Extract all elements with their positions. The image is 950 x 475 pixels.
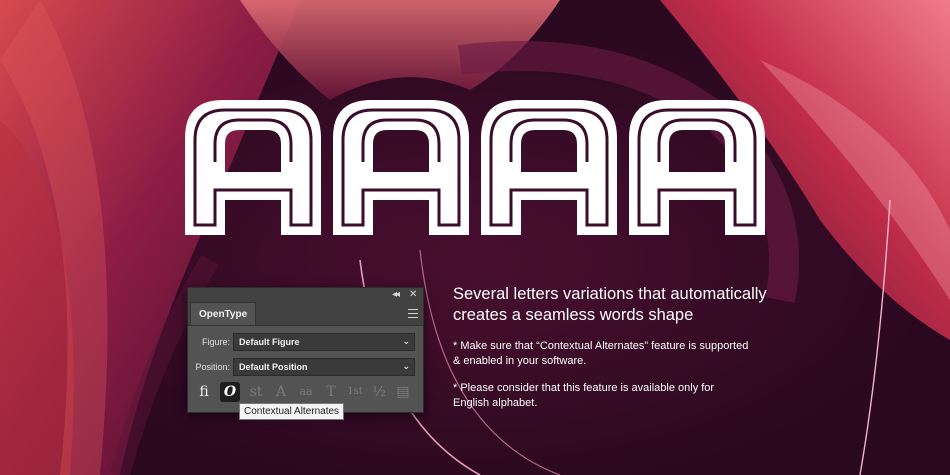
hero-letter-4	[627, 100, 765, 235]
figure-select[interactable]: Default Figure ⌄	[233, 333, 415, 351]
alphabet-note-line-2: English alphabet.	[453, 397, 538, 409]
position-row: Position: Default Position ⌄	[188, 357, 423, 377]
contextual-alternates-icon[interactable]: O	[220, 382, 240, 402]
opentype-panel: ◂◂ ✕ OpenType Figure: Default Figure ⌄ P…	[187, 287, 424, 413]
hero-letters-art	[185, 100, 765, 235]
feature-headline: Several letters variations that automati…	[453, 284, 833, 326]
hero-letter-2	[331, 100, 471, 235]
support-note-line-2: & enabled in your software.	[453, 355, 587, 367]
fractions-icon[interactable]: ½	[369, 382, 389, 402]
position-select[interactable]: Default Position ⌄	[233, 358, 415, 376]
panel-titlebar: ◂◂ ✕	[188, 288, 423, 302]
position-label: Position:	[195, 362, 230, 372]
discretionary-ligature-icon[interactable]: st	[246, 382, 266, 402]
hero-letter-1	[185, 100, 323, 235]
close-icon[interactable]: ✕	[409, 288, 417, 302]
headline-line-1: Several letters variations that automati…	[453, 285, 767, 303]
tooltip-contextual-alternates: Contextual Alternates	[239, 403, 345, 420]
alphabet-note: * Please consider that this feature is a…	[453, 381, 813, 411]
ligature-icon[interactable]: ﬁ	[194, 382, 214, 402]
swash-icon[interactable]: A	[271, 382, 291, 402]
double-chevron-left-icon[interactable]: ◂◂	[392, 288, 400, 302]
hero-letter-3	[479, 100, 619, 235]
feature-toolbar: ﬁ O st A aa T 1st ½ ▤	[194, 382, 419, 404]
tab-opentype[interactable]: OpenType	[190, 302, 257, 325]
figure-row: Figure: Default Figure ⌄	[188, 332, 423, 352]
titling-alternates-icon[interactable]: T	[321, 382, 341, 402]
hero-letters	[185, 100, 765, 235]
hamburger-menu-icon[interactable]	[408, 309, 418, 318]
headline-line-2: creates a seamless words shape	[453, 306, 694, 324]
chevron-down-icon: ⌄	[402, 362, 410, 372]
panel-tabbar: OpenType	[188, 302, 423, 326]
ordinal-icon[interactable]: 1st	[345, 382, 365, 402]
chevron-down-icon: ⌄	[402, 337, 410, 347]
figure-select-value: Default Figure	[239, 337, 300, 347]
position-select-value: Default Position	[239, 362, 308, 372]
stylistic-sets-icon[interactable]: ▤	[393, 382, 413, 402]
alphabet-note-line-1: * Please consider that this feature is a…	[453, 382, 715, 394]
figure-label: Figure:	[201, 337, 230, 347]
stylistic-alternates-icon[interactable]: aa	[296, 382, 316, 402]
support-note: * Make sure that “Contextual Alternates”…	[453, 339, 813, 369]
support-note-line-1: * Make sure that “Contextual Alternates”…	[453, 340, 749, 352]
